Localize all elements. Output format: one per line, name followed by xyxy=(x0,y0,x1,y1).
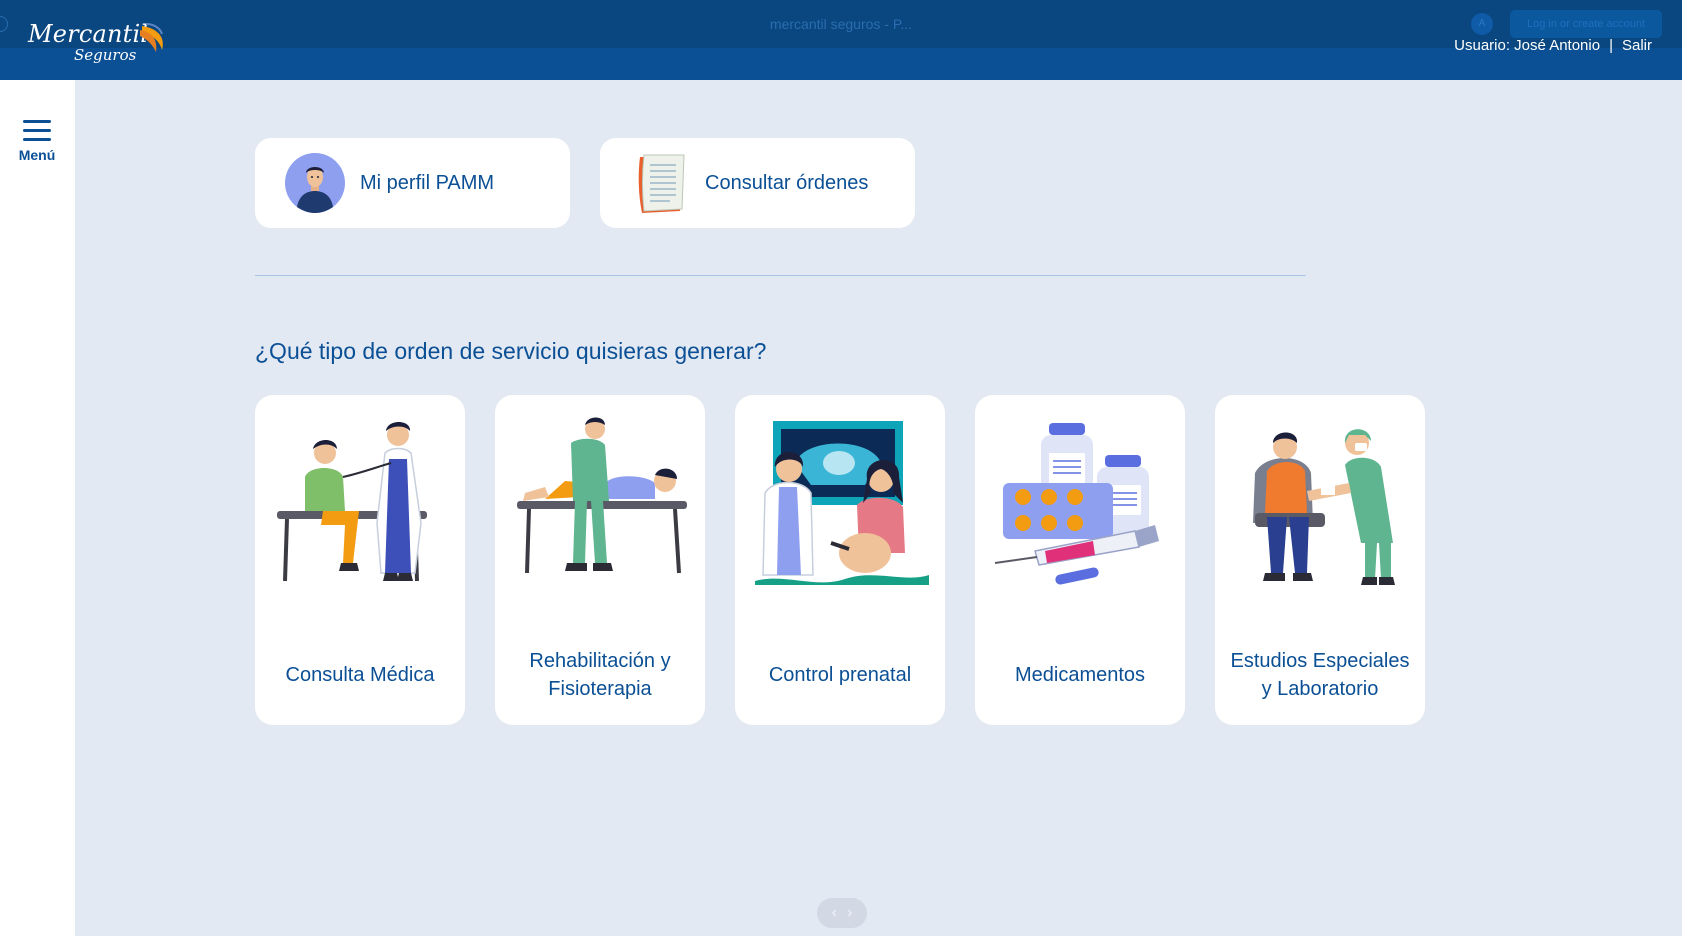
user-label: Usuario: José Antonio xyxy=(1454,37,1601,54)
browser-avatar[interactable]: A xyxy=(1471,13,1493,35)
physiotherapy-illustration xyxy=(517,417,687,574)
lab-blood-test-illustration xyxy=(1253,429,1395,585)
logout-link[interactable]: Salir xyxy=(1622,37,1652,54)
logo-subtext: Seguros xyxy=(74,46,137,64)
document-list-icon xyxy=(638,154,685,213)
chevron-left-icon[interactable]: ‹ xyxy=(832,904,837,922)
service-card-label: Estudios Especiales y Laboratorio xyxy=(1230,650,1410,700)
service-card-label: Control prenatal xyxy=(768,664,912,686)
browser-tab-title: mercantil seguros - P... xyxy=(769,16,913,32)
service-card-medicamentos[interactable]: Medicamentos xyxy=(975,395,1185,725)
service-card-estudios-laboratorio[interactable]: Estudios Especiales y Laboratorio xyxy=(1215,395,1425,725)
service-card-control-prenatal[interactable]: Control prenatal xyxy=(735,395,945,725)
browser-login-button[interactable]: Log in or create account xyxy=(1510,10,1662,38)
app-header: mercantil seguros - P... A Log in or cre… xyxy=(0,0,1682,80)
sidebar: Menú xyxy=(0,80,75,936)
user-separator: | xyxy=(1609,37,1613,54)
service-card-consulta-medica[interactable]: Consulta Médica xyxy=(255,395,465,725)
orders-shortcut-button[interactable]: Consultar órdenes xyxy=(600,138,915,228)
prenatal-ultrasound-illustration xyxy=(755,421,929,585)
logo-swoosh-icon xyxy=(140,23,163,52)
service-card-rehabilitacion[interactable]: Rehabilitación y Fisioterapia xyxy=(495,395,705,725)
menu-label: Menú xyxy=(18,147,56,163)
orders-shortcut-label: Consultar órdenes xyxy=(705,172,869,194)
chevron-right-icon[interactable]: › xyxy=(847,904,852,922)
service-card-label: Rehabilitación y Fisioterapia xyxy=(529,650,671,700)
medication-illustration xyxy=(994,423,1159,585)
service-card-label: Medicamentos xyxy=(1014,664,1146,686)
profile-shortcut-label: Mi perfil PAMM xyxy=(360,172,495,194)
section-divider xyxy=(255,275,1306,276)
service-question-heading: ¿Qué tipo de orden de servicio quisieras… xyxy=(255,338,767,364)
logo-text: Mercantil xyxy=(28,20,149,48)
user-session-info: Usuario: José Antonio | Salir xyxy=(1454,37,1652,54)
menu-button[interactable]: Menú xyxy=(12,118,62,174)
carousel-pager: ‹ › xyxy=(817,898,867,928)
hamburger-icon xyxy=(12,118,62,141)
main-content: Mi perfil PAMM Consultar órdenes ¿Qué ti… xyxy=(75,80,1682,936)
mercantil-logo[interactable]: Mercantil Seguros xyxy=(28,18,178,68)
profile-shortcut-button[interactable]: Mi perfil PAMM xyxy=(255,138,570,228)
doctor-consultation-illustration xyxy=(277,422,427,582)
service-card-label: Consulta Médica xyxy=(285,664,435,686)
user-avatar-icon xyxy=(285,153,345,213)
